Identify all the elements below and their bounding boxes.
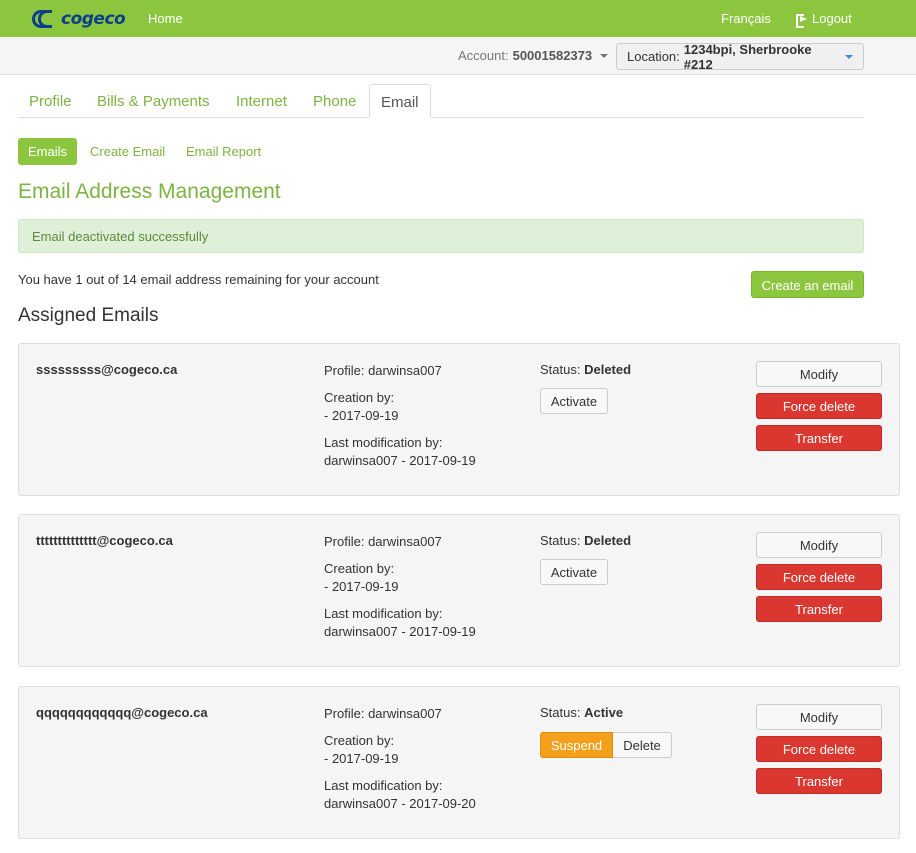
modification-label: Last modification by: [324, 606, 443, 621]
remaining-text: You have 1 out of 14 email address remai… [18, 272, 379, 287]
subnav-create-email[interactable]: Create Email [90, 144, 165, 159]
modification-value: darwinsa007 - 2017-09-19 [324, 624, 476, 639]
tab-phone[interactable]: Phone [313, 84, 356, 118]
modification-label: Last modification by: [324, 778, 443, 793]
caret-down-icon [600, 53, 609, 58]
cogeco-logo[interactable]: cogeco [32, 9, 126, 29]
status-value: Deleted [584, 362, 632, 377]
logout-link[interactable]: Logout [796, 11, 852, 28]
tab-profile[interactable]: Profile [29, 84, 72, 118]
subnav-emails[interactable]: Emails [18, 138, 77, 165]
status-text: Status: Active [540, 705, 623, 720]
home-link[interactable]: Home [148, 11, 183, 26]
email-card: qqqqqqqqqqqq@cogeco.ca Profile: darwinsa… [18, 686, 900, 839]
status-label: Status: [540, 533, 581, 548]
activate-button[interactable]: Activate [540, 388, 608, 414]
force-delete-button[interactable]: Force delete [756, 564, 882, 590]
account-number: 50001582373 [512, 48, 593, 63]
status-text: Status: Deleted [540, 533, 631, 548]
transfer-button[interactable]: Transfer [756, 425, 882, 451]
modify-button[interactable]: Modify [756, 361, 882, 387]
force-delete-button[interactable]: Force delete [756, 736, 882, 762]
subnav-email-report[interactable]: Email Report [186, 144, 261, 159]
status-label: Status: [540, 705, 581, 720]
creation-label: Creation by: [324, 561, 395, 576]
modify-button[interactable]: Modify [756, 704, 882, 730]
cogeco-logo-mark-icon [32, 10, 58, 28]
logout-icon [796, 13, 807, 28]
tab-internet[interactable]: Internet [236, 84, 287, 118]
delete-button[interactable]: Delete [613, 732, 672, 758]
email-card: sssssssss@cogeco.ca Profile: darwinsa007… [18, 343, 900, 496]
tab-bills-payments[interactable]: Bills & Payments [97, 84, 210, 118]
logout-label: Logout [812, 11, 852, 26]
suspend-button[interactable]: Suspend [540, 732, 613, 758]
creation-value: - 2017-09-19 [324, 751, 399, 766]
top-navbar: cogeco Home Français Logout [0, 0, 916, 37]
email-info: Profile: darwinsa007 Creation by: - 2017… [324, 705, 476, 813]
transfer-button[interactable]: Transfer [756, 596, 882, 622]
assigned-emails-heading: Assigned Emails [18, 305, 159, 326]
profile-text: Profile: darwinsa007 [324, 363, 442, 378]
activate-button[interactable]: Activate [540, 559, 608, 585]
creation-label: Creation by: [324, 390, 395, 405]
creation-label: Creation by: [324, 733, 395, 748]
transfer-button[interactable]: Transfer [756, 768, 882, 794]
account-bar: Account: 50001582373 Location: 1234bpi, … [0, 37, 916, 75]
success-alert: Email deactivated successfully [18, 219, 864, 253]
email-address: qqqqqqqqqqqq@cogeco.ca [36, 705, 208, 720]
email-address: sssssssss@cogeco.ca [36, 362, 178, 377]
account-label: Account: [458, 48, 509, 63]
profile-text: Profile: darwinsa007 [324, 706, 442, 721]
force-delete-button[interactable]: Force delete [756, 393, 882, 419]
email-address: tttttttttttttt@cogeco.ca [36, 533, 173, 548]
create-email-button[interactable]: Create an email [751, 271, 864, 298]
modification-value: darwinsa007 - 2017-09-19 [324, 453, 476, 468]
modify-button[interactable]: Modify [756, 532, 882, 558]
modification-value: darwinsa007 - 2017-09-20 [324, 796, 476, 811]
email-info: Profile: darwinsa007 Creation by: - 2017… [324, 362, 476, 470]
tab-email[interactable]: Email [369, 84, 431, 118]
status-value: Active [584, 705, 624, 720]
status-value: Deleted [584, 533, 632, 548]
account-dropdown[interactable]: Account: 50001582373 [458, 48, 609, 63]
email-info: Profile: darwinsa007 Creation by: - 2017… [324, 533, 476, 641]
logo-text: cogeco [61, 9, 126, 29]
language-link[interactable]: Français [721, 11, 771, 26]
status-text: Status: Deleted [540, 362, 631, 377]
location-dropdown[interactable]: Location: 1234bpi, Sherbrooke #212 [616, 41, 864, 72]
page-title: Email Address Management [18, 180, 281, 203]
location-label: Location: [627, 49, 680, 64]
modification-label: Last modification by: [324, 435, 443, 450]
creation-value: - 2017-09-19 [324, 408, 399, 423]
email-card: tttttttttttttt@cogeco.ca Profile: darwin… [18, 514, 900, 667]
status-label: Status: [540, 362, 581, 377]
location-value: 1234bpi, Sherbrooke #212 [683, 41, 812, 72]
creation-value: - 2017-09-19 [324, 579, 399, 594]
caret-down-icon [845, 54, 853, 59]
main-tabs: Profile Bills & Payments Internet Phone … [18, 84, 864, 118]
profile-text: Profile: darwinsa007 [324, 534, 442, 549]
